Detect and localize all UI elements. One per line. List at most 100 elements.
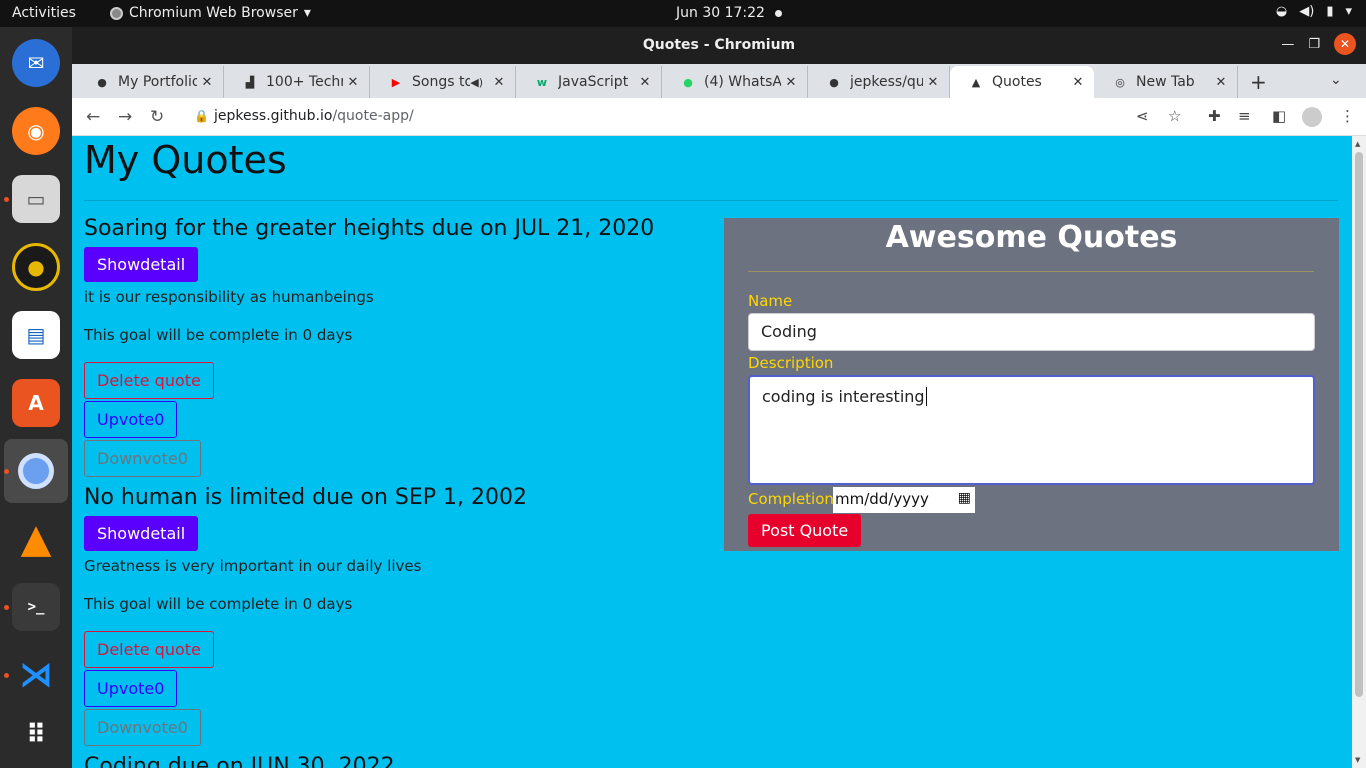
browser-toolbar: ← → ↻ 🔒 jepkess.github.io/quote-app/ ⋖ ☆… [72,98,1366,136]
downvote-button[interactable]: Downvote0 [84,440,201,477]
tab-new[interactable]: ◎ New Tab ✕ [1094,66,1238,98]
volume-icon: ◀) [1299,4,1315,19]
chromium-dock-active[interactable] [4,439,68,503]
lock-icon[interactable]: 🔒 [194,109,209,123]
thunderbird-icon[interactable]: ✉ [12,39,60,87]
forward-arrow-icon[interactable]: → [118,107,132,127]
close-icon[interactable]: ✕ [1334,33,1356,55]
quote-days-left: This goal will be complete in 0 days [84,595,353,613]
youtube-icon: ▶ [391,75,401,89]
description-value: coding is interesting [762,387,925,406]
quote-item: Coding due on JUN 30, 2022 [84,754,704,768]
quote-heading: Soaring for the greater heights due on J… [84,216,655,241]
site-icon: ▟ [245,75,255,89]
tab-quotes[interactable]: ▲ Quotes ✕ [950,66,1094,98]
close-icon[interactable]: ✕ [781,75,801,90]
close-icon[interactable]: ✕ [635,75,655,90]
bookmark-star-icon[interactable]: ☆ [1168,107,1181,125]
app-menu[interactable]: Chromium Web Browser ▾ [110,5,311,21]
completion-date-input[interactable]: mm/dd/yyyy ▦ [833,487,975,513]
close-icon[interactable]: ✕ [197,75,217,90]
activities-button[interactable]: Activities [12,5,76,21]
post-quote-button[interactable]: Post Quote [748,514,862,547]
maximize-icon[interactable]: ❐ [1308,37,1320,52]
close-icon[interactable]: ✕ [923,75,943,90]
github-icon: ● [829,75,839,89]
vscode-icon[interactable]: ⋊ [12,651,60,699]
close-icon[interactable]: ✕ [489,75,509,90]
window-titlebar[interactable]: Quotes - Chromium — ❐ ✕ [72,27,1366,64]
software-center-icon[interactable]: A [12,379,60,427]
chrome-icon: ◎ [1115,75,1125,89]
divider [84,200,1338,201]
vlc-icon[interactable]: ▲ [12,515,60,563]
w3schools-icon: w [536,75,548,89]
show-detail-button[interactable]: Showdetail [84,516,199,551]
firefox-icon[interactable]: ◉ [12,107,60,155]
tab-strip: ● My Portfolio ✕ ▟ 100+ Techno ✕ ▶ Songs… [72,64,1366,98]
chromium-icon [18,453,54,489]
reload-icon[interactable]: ↻ [150,107,164,127]
quote-days-left: This goal will be complete in 0 days [84,326,353,344]
show-detail-button[interactable]: Showdetail [84,247,199,282]
tab-label: Quotes [992,74,1042,90]
tab-label: jepkess/quo [850,74,923,90]
running-indicator-icon [4,673,9,678]
delete-quote-button[interactable]: Delete quote [84,362,214,399]
tab-search-chevron-icon[interactable]: ⌄ [1330,72,1342,88]
tab-jepkess-repo[interactable]: ● jepkess/quo ✕ [808,66,950,98]
scroll-down-icon[interactable]: ▼ [1355,756,1360,764]
terminal-icon[interactable]: >_ [12,583,60,631]
divider [748,271,1314,272]
share-icon[interactable]: ⋖ [1136,107,1149,125]
description-textarea[interactable]: coding is interesting [748,375,1315,485]
quote-item: Soaring for the greater heights due on J… [84,216,704,477]
quote-form: Awesome Quotes Name Coding Description c… [724,218,1339,551]
media-controls-icon[interactable]: ≡ [1238,107,1251,125]
chevron-down-icon: ▾ [303,5,311,21]
downvote-button[interactable]: Downvote0 [84,709,201,746]
tab-label: (4) WhatsAp [704,74,781,90]
close-icon[interactable]: ✕ [343,75,363,90]
form-title: Awesome Quotes [885,220,1178,255]
rhythmbox-icon[interactable]: ● [12,243,60,291]
tab-javascript[interactable]: w JavaScript ✕ [516,66,662,98]
address-bar[interactable]: jepkess.github.io/quote-app/ [214,108,414,124]
audio-playing-icon[interactable]: ◀) [470,76,483,89]
wifi-icon: ◒ [1275,4,1288,19]
scroll-up-icon[interactable]: ▲ [1355,140,1360,148]
minimize-icon[interactable]: — [1281,37,1294,52]
close-icon[interactable]: ✕ [1068,75,1088,90]
browser-window: Quotes - Chromium — ❐ ✕ ● My Portfolio ✕… [72,27,1366,768]
files-icon[interactable]: ▭ [12,175,60,223]
tab-songs[interactable]: ▶ Songs to ◀) ✕ [370,66,516,98]
quote-heading: Coding due on JUN 30, 2022 [84,754,395,768]
upvote-button[interactable]: Upvote0 [84,401,178,438]
name-label: Name [748,292,793,310]
tab-portfolio[interactable]: ● My Portfolio ✕ [76,66,224,98]
libreoffice-writer-icon[interactable]: ▤ [12,311,60,359]
chevron-down-icon: ▾ [1345,4,1352,19]
kebab-menu-icon[interactable]: ⋮ [1340,107,1355,125]
app-grid-icon[interactable]: ⠿ [12,711,60,759]
system-tray[interactable]: ◒ ◀) ▮ ▾ [1276,4,1352,19]
url-path: /quote-app/ [332,108,414,124]
close-icon[interactable]: ✕ [1211,75,1231,90]
page-scrollbar[interactable]: ▲ ▼ [1352,136,1366,768]
calendar-icon[interactable]: ▦ [958,490,971,506]
running-indicator-icon [4,197,9,202]
tab-techno[interactable]: ▟ 100+ Techno ✕ [224,66,370,98]
profile-avatar[interactable] [1302,107,1322,127]
scrollbar-thumb[interactable] [1355,152,1363,697]
extensions-puzzle-icon[interactable]: ✚ [1208,107,1221,125]
back-arrow-icon[interactable]: ← [86,107,100,127]
tab-whatsapp[interactable]: ● (4) WhatsAp ✕ [662,66,808,98]
side-panel-icon[interactable]: ◧ [1272,107,1286,125]
upvote-button[interactable]: Upvote0 [84,670,178,707]
clock[interactable]: Jun 30 17:22 [676,5,765,21]
name-input[interactable]: Coding [748,313,1315,351]
running-indicator-icon [4,469,9,474]
delete-quote-button[interactable]: Delete quote [84,631,214,668]
battery-icon: ▮ [1326,4,1334,19]
new-tab-plus-icon[interactable]: + [1250,70,1267,94]
